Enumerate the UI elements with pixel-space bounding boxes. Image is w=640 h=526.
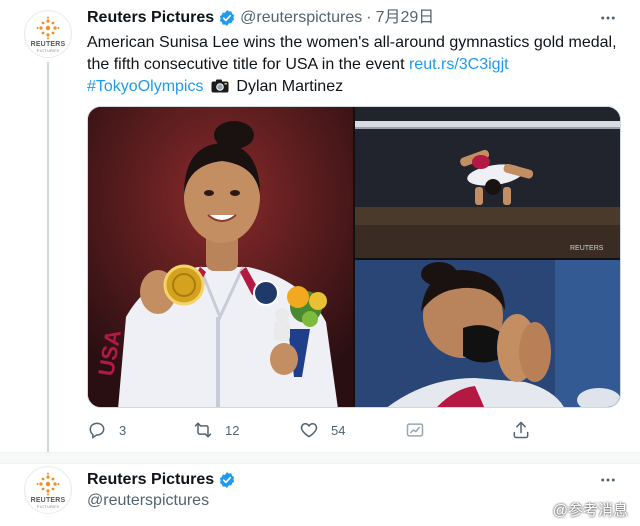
avatar-sub: PICTURES [36,503,60,509]
analytics-button[interactable] [405,420,511,440]
bars-illustration: REUTERS [355,107,620,258]
more-icon[interactable] [598,8,618,28]
analytics-icon [406,423,424,437]
avatar[interactable]: REUTERS PICTURES [24,10,72,58]
tweet-header: Reuters Pictures @reuterspictures · 7月29… [87,8,434,28]
like-icon [300,422,318,438]
tweet-link[interactable]: reut.rs/3C3igjt [409,56,509,73]
avatar-brand: REUTERS [30,496,66,504]
thread-line [47,62,49,458]
medalist-illustration: USA [88,107,353,407]
retweet-icon [194,422,212,438]
like-count: 54 [331,422,346,438]
retweet-count: 12 [225,422,240,438]
weibo-icon [527,502,549,518]
verified-badge-icon [220,10,235,26]
avatar[interactable]: REUTERS PICTURES [24,466,72,514]
next-author-handle[interactable]: @reuterspictures [87,492,209,510]
tweet-text-line1: American Sunisa Lee wins the women's all… [87,34,617,51]
like-button[interactable]: 54 [299,420,405,440]
tweet-text-line2: the fifth consecutive title for USA in t… [87,56,405,73]
tweet-divider [0,452,640,464]
watermark-text: @参考消息 [552,502,628,519]
photo-uneven-bars[interactable]: REUTERS [355,107,620,258]
reply-icon [89,422,105,439]
tweet-text: American Sunisa Lee wins the women's all… [87,32,627,98]
camera-icon [211,79,229,93]
retweet-button[interactable]: 12 [193,420,299,440]
photo-medalist[interactable]: USA [88,107,353,407]
photo-watermark: REUTERS [570,245,604,252]
share-button[interactable] [511,420,547,440]
watermark: @参考消息 [527,499,628,520]
tweet-actions: 3 12 54 [87,420,547,440]
emotion-illustration [355,260,620,407]
author-handle[interactable]: @reuterspictures [240,8,362,28]
next-author-name[interactable]: Reuters Pictures [87,470,214,490]
more-icon[interactable] [598,470,618,490]
tweet-date[interactable]: 7月29日 [376,8,435,28]
avatar-sub: PICTURES [36,47,60,53]
photographer: Dylan Martinez [236,78,344,95]
reuters-logo-icon [36,472,60,495]
share-icon [513,421,529,439]
separator: · [366,9,372,26]
verified-badge-icon [220,472,235,488]
reply-button[interactable]: 3 [87,420,193,440]
hashtag-link[interactable]: #TokyoOlympics [87,78,203,95]
media-grid[interactable]: USA REUTERS [87,106,621,408]
reuters-logo-icon [36,16,60,39]
avatar-brand: REUTERS [30,40,66,48]
reply-count: 3 [119,422,127,438]
next-tweet-header: Reuters Pictures [87,470,240,490]
author-name[interactable]: Reuters Pictures [87,8,214,28]
photo-emotion[interactable] [355,260,620,407]
